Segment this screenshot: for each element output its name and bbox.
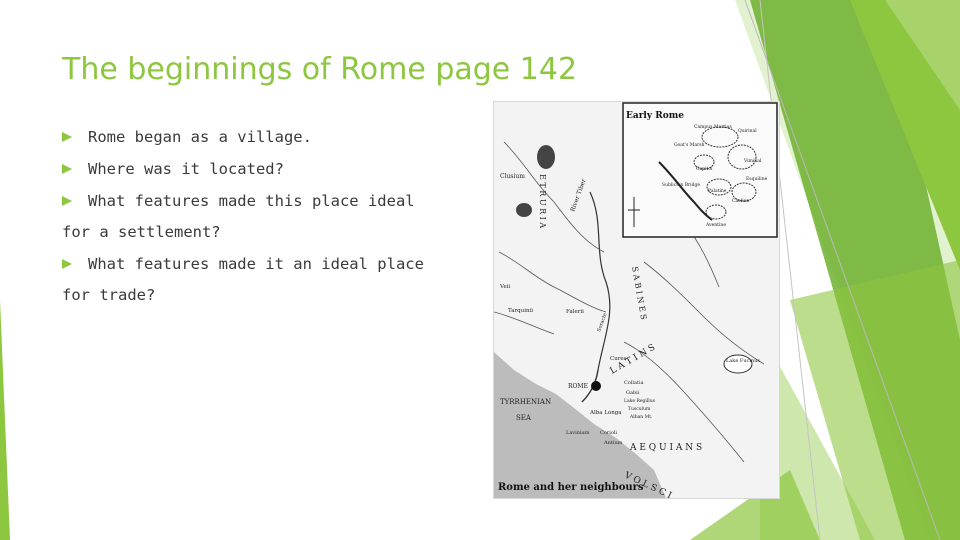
river-tiber	[589, 191, 611, 371]
map-label-corioli: Corioli	[600, 430, 617, 436]
bullet-text: Rome began as a village.	[88, 128, 312, 146]
bullet-text: What features made it an ideal place	[88, 255, 424, 273]
map-label-veii: Veii	[499, 284, 510, 290]
inset-label: Viminal	[743, 158, 762, 164]
river	[643, 261, 765, 365]
inset-label: Capitol	[696, 166, 713, 172]
arrow-bullet-icon	[62, 132, 72, 142]
rome-marker	[591, 381, 601, 391]
map-label-falerii: Falerii	[566, 309, 584, 315]
bullet-item: What features made this place ideal for …	[62, 190, 462, 243]
bullet-list: Rome began as a village. Where was it lo…	[62, 126, 462, 306]
map-label-lake-regillus: Lake Regillus	[624, 398, 656, 404]
map-label-sea: SEA	[516, 414, 532, 422]
map-label-rome: ROME	[568, 383, 588, 390]
slide: The beginnings of Rome page 142 Rome beg…	[0, 0, 960, 540]
inset-title: Early Rome	[626, 111, 684, 121]
map-image: Early Rome Campus Martius Goat's Marsh C…	[493, 101, 780, 499]
inset-label: Sublician Bridge	[662, 182, 700, 188]
map-label-alban-mt: Alban Mt.	[629, 414, 653, 420]
inset-label: Aventine	[705, 222, 726, 228]
inset-label: Campus Martius	[694, 124, 732, 130]
map-drawing: Early Rome Campus Martius Goat's Marsh C…	[494, 102, 778, 498]
bullet-item: What features made it an ideal place for…	[62, 253, 462, 306]
map-label-gabii: Gabii	[626, 390, 640, 396]
map-label-etruria: E T R U R I A	[538, 174, 547, 228]
inset-label: Quirinal	[738, 128, 757, 134]
map-label-collatia: Collatia	[624, 380, 644, 386]
river	[494, 311, 555, 335]
bullet-continuation: for trade?	[62, 286, 156, 304]
map-label-lake-fucinus: Lake Fucinus	[726, 358, 760, 364]
map-label-clusium: Clusium	[500, 173, 525, 180]
map-label-antium: Antium	[603, 440, 623, 446]
map-label-lavinium: Lavinium	[566, 430, 590, 436]
bullet-item: Where was it located?	[62, 158, 462, 180]
bullet-item: Rome began as a village.	[62, 126, 462, 148]
inset-label: Caelian	[732, 198, 749, 204]
map-label-tarquinii: Tarquinii	[508, 308, 533, 314]
map-label-tiber: River Tiber	[569, 178, 587, 213]
map-label-tyrrhenian: TYRRHENIAN	[500, 398, 551, 406]
arrow-bullet-icon	[62, 259, 72, 269]
lake	[537, 145, 555, 169]
map-caption: Rome and her neighbours	[498, 482, 644, 493]
inset-label: Palatine	[708, 188, 727, 194]
arrow-bullet-icon	[62, 196, 72, 206]
map-label-aequians: A E Q U I A N S	[629, 443, 702, 453]
inset-label: Esquiline	[746, 176, 768, 182]
map-label-tusculum: Tusculum	[628, 406, 651, 412]
arrow-bullet-icon	[62, 164, 72, 174]
river	[498, 251, 607, 313]
map-label-alba-longa: Alba Longa	[589, 410, 622, 416]
inset-label: Goat's Marsh	[674, 142, 705, 148]
bullet-text: Where was it located?	[88, 160, 284, 178]
map-label-sabines: S A B I N E S	[630, 266, 648, 321]
slide-title: The beginnings of Rome page 142	[62, 52, 578, 87]
lake	[516, 203, 532, 217]
bullet-continuation: for a settlement?	[62, 223, 221, 241]
bullet-text: What features made this place ideal	[88, 192, 415, 210]
